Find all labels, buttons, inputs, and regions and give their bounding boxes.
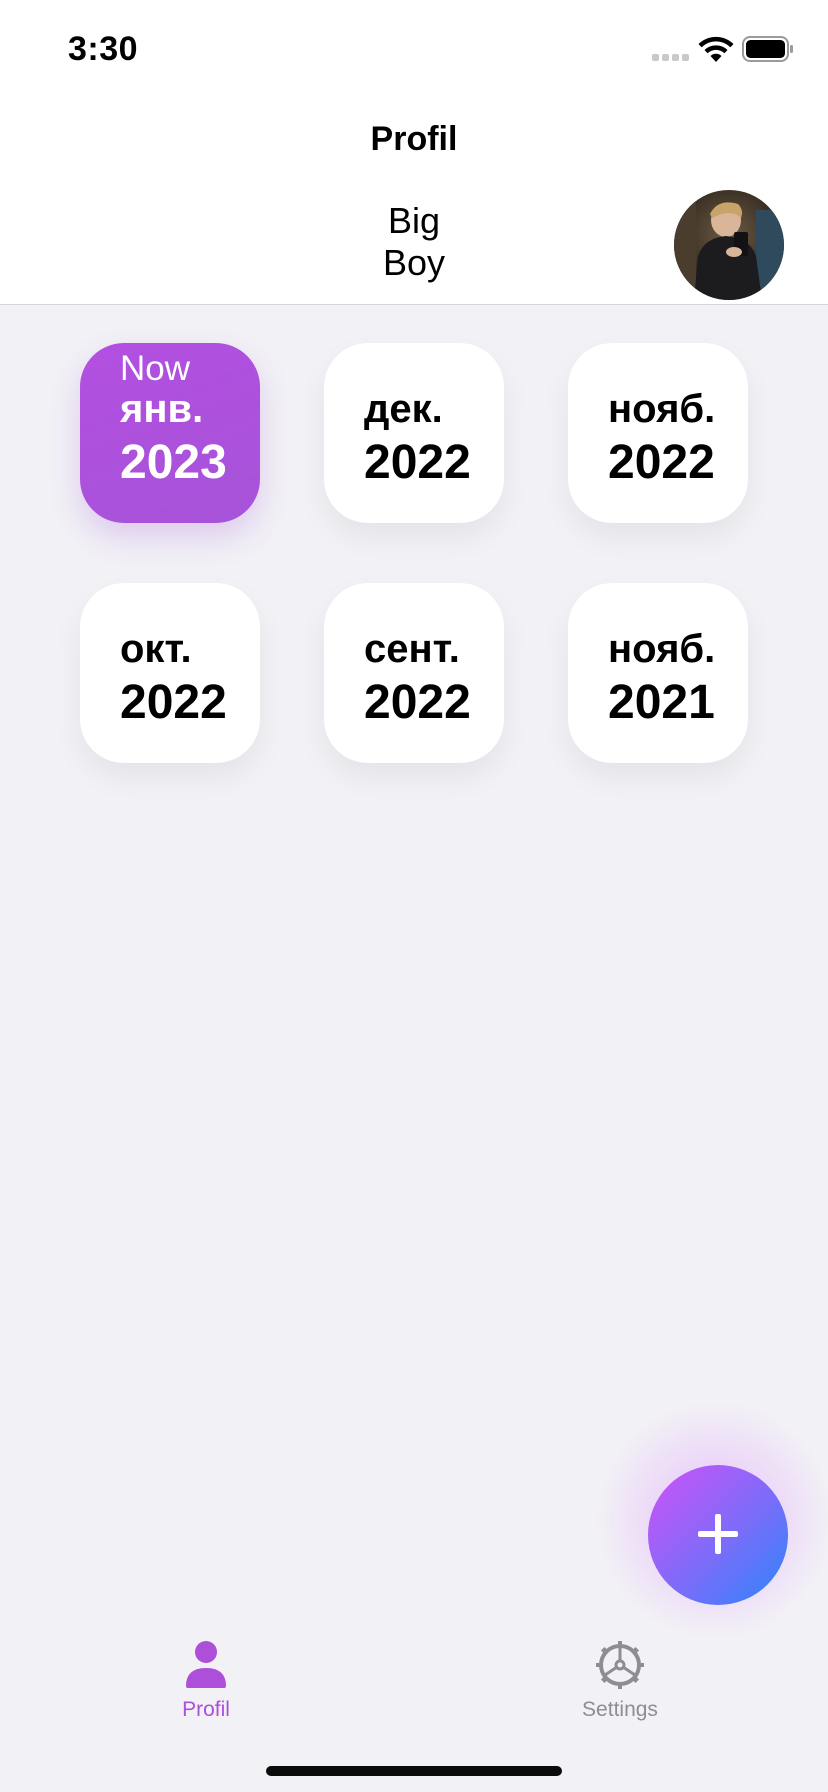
tab-label: Settings xyxy=(582,1698,658,1721)
year-label: 2022 xyxy=(364,676,471,729)
tab-label: Profil xyxy=(182,1698,230,1721)
plus-icon xyxy=(698,1514,738,1554)
year-label: 2023 xyxy=(120,436,227,489)
month-card[interactable]: дек. 2022 xyxy=(324,343,504,523)
user-last-name: Boy xyxy=(382,242,446,283)
month-card[interactable]: нояб. 2022 xyxy=(568,343,748,523)
profile-screen: 3:30 Profil Big Boy Now янв. 2023 дек. 2… xyxy=(0,0,828,1792)
year-label: 2022 xyxy=(364,436,471,489)
month-label: сент. xyxy=(364,627,460,671)
month-card-current[interactable]: Now янв. 2023 xyxy=(80,343,260,523)
user-first-name: Big xyxy=(387,200,441,241)
profile-header: Profil Big Boy xyxy=(0,100,828,305)
home-indicator xyxy=(266,1766,562,1776)
month-card[interactable]: сент. 2022 xyxy=(324,583,504,763)
now-label: Now xyxy=(120,349,191,388)
month-card[interactable]: нояб. 2021 xyxy=(568,583,748,763)
year-label: 2022 xyxy=(608,436,715,489)
wifi-icon xyxy=(698,36,734,62)
page-title: Profil xyxy=(370,120,458,158)
month-label: янв. xyxy=(120,387,204,431)
month-label: нояб. xyxy=(608,627,716,671)
battery-icon xyxy=(742,36,793,62)
month-label: дек. xyxy=(364,387,443,431)
month-card[interactable]: окт. 2022 xyxy=(80,583,260,763)
year-label: 2022 xyxy=(120,676,227,729)
avatar[interactable] xyxy=(674,190,784,300)
cellular-signal-icon xyxy=(652,54,689,61)
year-label: 2021 xyxy=(608,676,715,729)
month-label: окт. xyxy=(120,627,192,671)
tab-settings[interactable]: Settings xyxy=(520,1640,720,1730)
gear-icon xyxy=(596,1641,644,1689)
tab-profil[interactable]: Profil xyxy=(106,1640,306,1730)
status-time: 3:30 xyxy=(68,30,139,68)
month-label: нояб. xyxy=(608,387,716,431)
person-icon xyxy=(186,1641,226,1688)
avatar-photo xyxy=(674,190,784,300)
status-bar: 3:30 xyxy=(0,0,828,100)
user-name: Big Boy xyxy=(314,200,514,284)
add-button[interactable] xyxy=(648,1465,788,1605)
